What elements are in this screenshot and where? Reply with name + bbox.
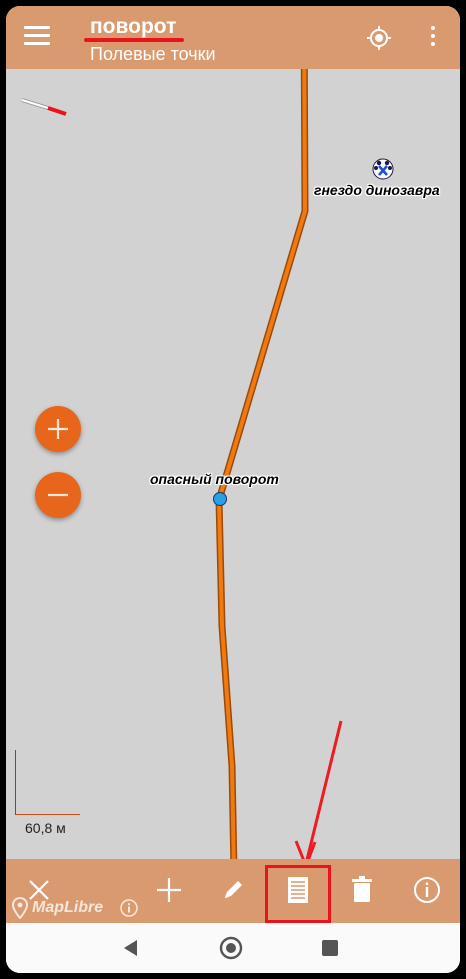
add-plus-icon[interactable] (152, 873, 186, 907)
pencil-icon[interactable] (216, 873, 250, 907)
zoom-out-button[interactable] (35, 472, 81, 518)
blue-dot-marker[interactable] (213, 492, 227, 506)
home-circle-icon[interactable] (219, 936, 243, 960)
title-underline-annotation (84, 38, 184, 42)
gps-locate-icon[interactable] (366, 25, 392, 51)
page-title: поворот (90, 15, 177, 38)
app-bar: поворот Полевые точки (6, 6, 460, 69)
page-subtitle: Полевые точки (90, 44, 216, 64)
point-label-turn[interactable]: опасный поворот (150, 471, 279, 487)
scale-bar: 60,8 м (15, 750, 81, 836)
system-nav-bar (6, 923, 460, 973)
zoom-in-button[interactable] (35, 406, 81, 452)
info-icon[interactable] (410, 873, 444, 907)
scale-ruler (15, 750, 80, 815)
minus-icon (48, 493, 68, 497)
back-triangle-icon[interactable] (119, 936, 143, 960)
hamburger-menu-icon[interactable] (24, 26, 50, 48)
attribution-text: MapLibre (32, 899, 104, 916)
phone-screen: гнездо динозавра опасный поворот 60,8 м … (6, 6, 460, 973)
scale-label: 60,8 м (25, 820, 66, 836)
point-label-nest[interactable]: гнездо динозавра (314, 182, 440, 198)
compass-icon[interactable] (18, 94, 68, 118)
trash-icon[interactable] (345, 873, 379, 907)
plus-icon (48, 419, 68, 439)
recents-square-icon[interactable] (318, 936, 342, 960)
maplibre-logo-icon (12, 897, 28, 919)
highlight-box-annotation (265, 865, 331, 923)
more-vertical-icon[interactable] (426, 26, 440, 50)
attribution-info-icon[interactable] (120, 899, 138, 917)
paw-marker-icon[interactable] (372, 158, 394, 180)
